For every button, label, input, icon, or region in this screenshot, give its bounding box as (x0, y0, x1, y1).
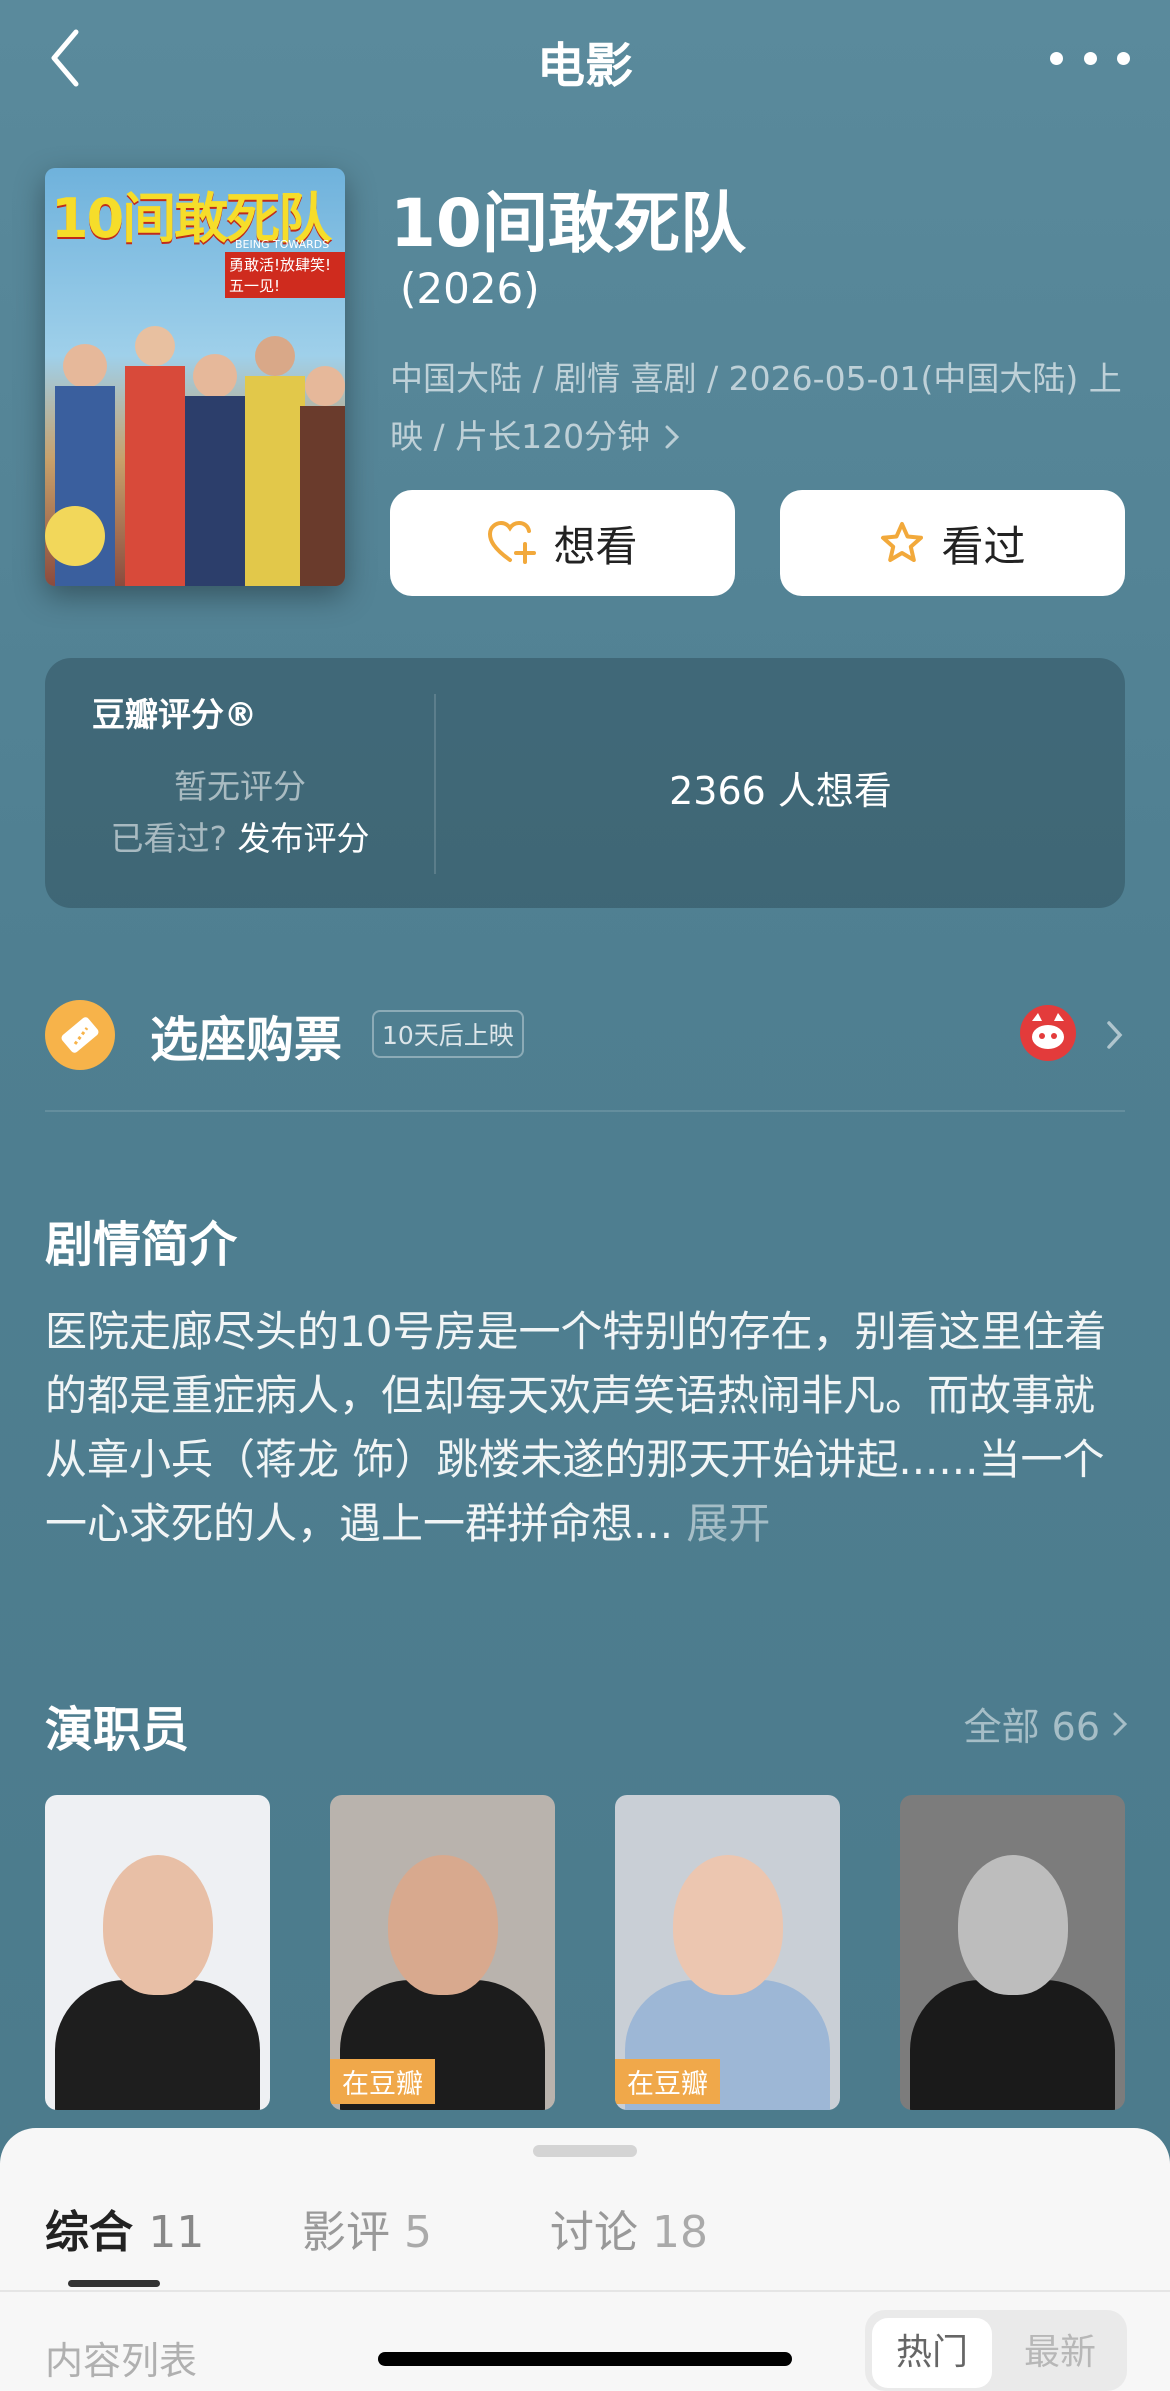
movie-year: (2026) (400, 264, 540, 313)
seen-label: 看过 (941, 521, 1026, 571)
poster-illustration (45, 326, 345, 586)
ticket-icon (45, 1000, 115, 1070)
cast-card[interactable]: 在豆瓣 (330, 1795, 555, 2110)
tab-count: 5 (404, 2207, 432, 2258)
movie-poster[interactable]: 10间敢死队 BEING TOWARDS DEATH 勇敢活!放肆笑!五一见! (45, 168, 345, 586)
cast-all-link[interactable]: 全部 66 (964, 1696, 1130, 1751)
cast-photo-face (102, 1855, 213, 1995)
cast-photo-face (957, 1855, 1068, 1995)
cast-all-label: 全部 66 (963, 1705, 1100, 1749)
section-divider (45, 1110, 1125, 1112)
chevron-right-icon[interactable] (1100, 1015, 1130, 1055)
synopsis-title: 剧情简介 (45, 1217, 238, 1273)
page-title: 电影 (536, 38, 633, 94)
synopsis-text: 医院走廊尽头的10号房是一个特别的存在，别看这里住着的都是重症病人，但却每天欢声… (45, 1300, 1125, 1556)
sheet-divider (0, 2290, 1170, 2292)
release-countdown-badge: 10天后上映 (372, 1010, 524, 1058)
cast-photo-body (55, 1980, 260, 2110)
content-list-label: 内容列表 (45, 2339, 198, 2383)
tab-label: 讨论 (550, 2207, 638, 2258)
cast-photo-face (672, 1855, 783, 1995)
chevron-right-icon (1113, 1712, 1128, 1735)
cast-card[interactable]: 在豆瓣 (615, 1795, 840, 2110)
rating-none: 暂无评分 (174, 767, 306, 806)
sheet-drag-handle[interactable] (533, 2145, 637, 2157)
chevron-right-icon (665, 425, 679, 449)
movie-title: 10间敢死队 (390, 185, 746, 262)
tab-reviews[interactable]: 影评 5 (302, 2196, 432, 2260)
want-label: 想看 (553, 521, 638, 571)
cast-card[interactable] (45, 1795, 270, 2110)
seen-prompt: 已看过? (110, 819, 227, 858)
movie-meta-text: 中国大陆 / 剧情 喜剧 / 2026-05-01(中国大陆) 上映 / 片长1… (390, 359, 1122, 456)
active-tab-indicator (68, 2280, 160, 2287)
heart-plus-icon (488, 520, 537, 564)
watched-button[interactable]: 看过 (780, 490, 1125, 596)
sort-hot-button[interactable]: 热门 (872, 2318, 992, 2388)
want-to-watch-button[interactable]: 想看 (390, 490, 735, 596)
ticket-label[interactable]: 选座购票 (150, 1000, 342, 1070)
tab-label: 影评 (302, 2207, 390, 2258)
tab-label: 综合 (45, 2207, 133, 2258)
maoyan-cat-icon[interactable] (1020, 1005, 1076, 1061)
cast-title: 演职员 (45, 1702, 190, 1758)
sort-new-button[interactable]: 最新 (1000, 2318, 1120, 2388)
tab-count: 11 (148, 2207, 205, 2258)
publish-rating-link[interactable]: 发布评分 (238, 819, 370, 858)
cast-photo-face (387, 1855, 498, 1995)
rating-label: 豆瓣评分® (92, 695, 257, 734)
expand-link[interactable]: 展开 (686, 1499, 770, 1548)
movie-meta[interactable]: 中国大陆 / 剧情 喜剧 / 2026-05-01(中国大陆) 上映 / 片长1… (390, 350, 1130, 466)
tab-discussions[interactable]: 讨论 18 (550, 2196, 708, 2260)
on-douban-badge: 在豆瓣 (615, 2059, 720, 2104)
synopsis-body: 医院走廊尽头的10号房是一个特别的存在，别看这里住着的都是重症病人，但却每天欢声… (45, 1307, 1107, 1548)
more-button[interactable] (1050, 38, 1130, 78)
cast-card[interactable] (900, 1795, 1125, 2110)
rating-prompt: 已看过? 发布评分 (0, 812, 480, 860)
poster-tagline: 勇敢活!放肆笑!五一见! (225, 252, 345, 298)
star-icon (881, 522, 924, 562)
cast-photo-body (910, 1980, 1115, 2110)
tab-overview[interactable]: 综合 11 (45, 2196, 204, 2260)
more-dots-icon (1050, 51, 1063, 65)
want-count: 2366 人想看 (669, 769, 892, 813)
home-indicator[interactable] (378, 2352, 792, 2366)
on-douban-badge: 在豆瓣 (330, 2059, 435, 2104)
tab-count: 18 (652, 2207, 708, 2258)
